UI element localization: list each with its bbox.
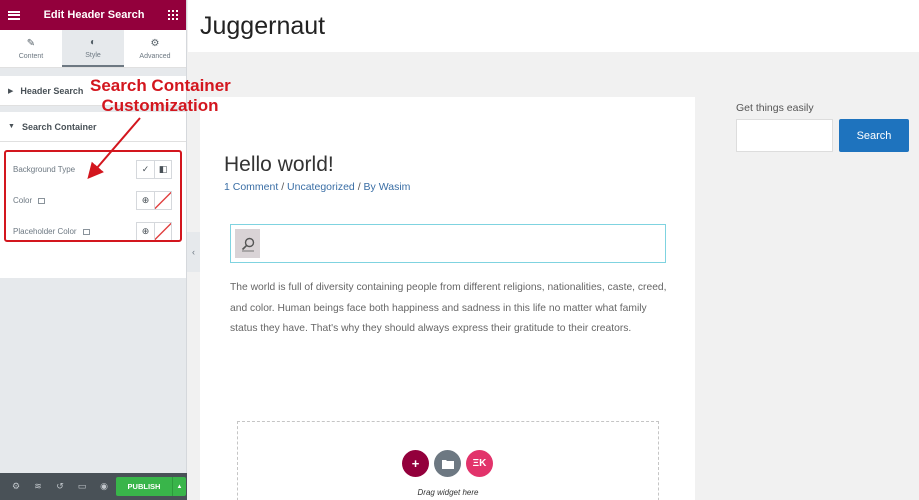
drop-zone-text: Drag widget here bbox=[417, 488, 479, 497]
section-search-container[interactable]: ▼ Search Container bbox=[0, 112, 186, 142]
gear-icon: ⚙ bbox=[150, 37, 160, 49]
elementskit-icon[interactable]: ΞK bbox=[466, 450, 493, 477]
search-icon[interactable] bbox=[235, 229, 260, 258]
publish-button[interactable]: PUBLISH bbox=[116, 477, 172, 496]
section-search-container-label: Search Container bbox=[21, 121, 97, 132]
tab-content-label: Content bbox=[18, 52, 44, 60]
by-label: By bbox=[363, 181, 376, 193]
panel-tabs: ✎ Content ◐ Style ⚙ Advanced bbox=[0, 30, 186, 68]
author-link[interactable]: Wasim bbox=[379, 181, 411, 193]
eye-icon[interactable]: ◉ bbox=[93, 481, 115, 492]
hamburger-menu-icon[interactable] bbox=[8, 10, 20, 20]
category-link[interactable]: Uncategorized bbox=[287, 181, 355, 193]
sidebar-search-widget: Get things easily Search bbox=[736, 102, 909, 152]
annotation-callout: Search Container Customization bbox=[90, 76, 231, 116]
history-icon[interactable]: ↺ bbox=[49, 481, 71, 492]
annotation-line1: Search Container bbox=[90, 76, 231, 95]
highlight-box bbox=[4, 150, 182, 242]
settings-icon[interactable]: ⚙ bbox=[5, 481, 27, 492]
post-meta: 1 Comment / Uncategorized / By Wasim bbox=[224, 181, 410, 193]
post-content: The world is full of diversity containin… bbox=[230, 282, 667, 334]
annotation-line2: Customization bbox=[101, 96, 219, 115]
tab-style-label: Style bbox=[85, 51, 101, 59]
caret-right-icon: ▶ bbox=[8, 87, 14, 95]
half-circle-icon: ◐ bbox=[89, 36, 97, 48]
layers-icon[interactable]: ≋ bbox=[27, 481, 49, 492]
section-header-search-label: Header Search bbox=[20, 85, 84, 96]
editor-panel: Edit Header Search ✎ Content ◐ Style ⚙ A… bbox=[0, 0, 187, 500]
pencil-icon: ✎ bbox=[26, 37, 36, 49]
drop-zone[interactable]: + ΞK Drag widget here bbox=[237, 421, 659, 500]
caret-down-icon: ▼ bbox=[8, 123, 15, 130]
comments-link[interactable]: 1 Comment bbox=[224, 181, 278, 193]
tab-content[interactable]: ✎ Content bbox=[0, 30, 62, 67]
folder-icon[interactable] bbox=[434, 450, 461, 477]
panel-title: Edit Header Search bbox=[43, 9, 145, 21]
sidebar-search-input[interactable] bbox=[736, 119, 833, 152]
site-title[interactable]: Juggernaut bbox=[200, 12, 325, 41]
sidebar-search-button[interactable]: Search bbox=[839, 119, 909, 152]
tab-advanced[interactable]: ⚙ Advanced bbox=[124, 30, 186, 67]
post-title[interactable]: Hello world! bbox=[224, 153, 334, 177]
panel-footer: ⚙ ≋ ↺ ▭ ◉ PUBLISH ▲ bbox=[0, 473, 187, 500]
add-section-icon[interactable]: + bbox=[402, 450, 429, 477]
tab-advanced-label: Advanced bbox=[139, 52, 171, 60]
meta-separator: / bbox=[281, 181, 285, 193]
sidebar-search-form: Search bbox=[736, 119, 909, 152]
sidebar-widget-title: Get things easily bbox=[736, 102, 814, 114]
header-search-widget[interactable] bbox=[230, 224, 666, 263]
responsive-icon[interactable]: ▭ bbox=[71, 481, 93, 492]
collapse-panel-icon[interactable]: ‹ bbox=[187, 232, 200, 272]
site-header: Juggernaut bbox=[188, 0, 919, 52]
post-article: Hello world! 1 Comment / Uncategorized /… bbox=[200, 97, 695, 500]
widgets-grid-icon[interactable] bbox=[168, 10, 178, 20]
publish-options-icon[interactable]: ▲ bbox=[172, 477, 186, 496]
meta-separator: / bbox=[357, 181, 361, 193]
drop-zone-buttons: + ΞK bbox=[402, 450, 493, 477]
panel-header: Edit Header Search bbox=[0, 0, 186, 30]
tab-style[interactable]: ◐ Style bbox=[62, 30, 124, 67]
